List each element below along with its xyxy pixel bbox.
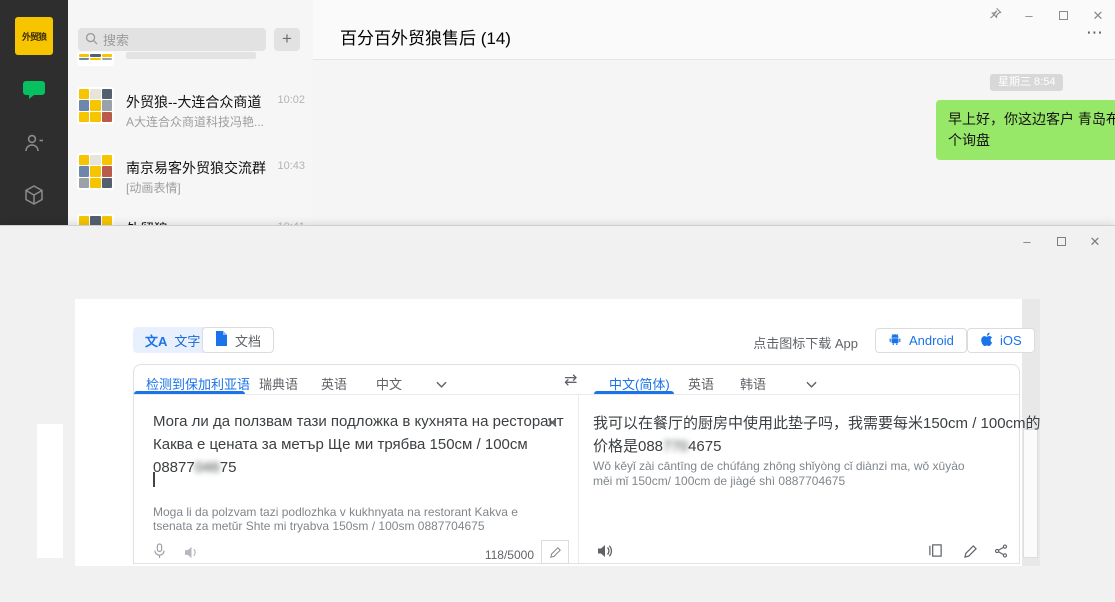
- phone-part: 75: [220, 459, 237, 476]
- document-icon: [215, 331, 228, 349]
- phone-part: 价格是088: [593, 438, 663, 455]
- microphone-icon[interactable]: [150, 542, 168, 560]
- text-cursor: [153, 472, 155, 487]
- listen-source-icon[interactable]: [182, 543, 200, 561]
- chat-preview: A大连合众商道科技冯艳...: [126, 113, 264, 130]
- translator-window: – ✕ 文A 文字 文档 点击图标下载 App: [0, 225, 1115, 602]
- download-hint: 点击图标下载 App: [700, 333, 858, 352]
- group-avatar: [77, 153, 114, 190]
- ios-button[interactable]: iOS: [967, 328, 1035, 353]
- chevron-down-icon[interactable]: [806, 376, 817, 394]
- tab-document-mode[interactable]: 文档: [202, 327, 274, 353]
- page-background-strip: [37, 424, 63, 558]
- group-avatar: [77, 52, 114, 66]
- chat-title: 外贸狼--大连合众商道: [126, 92, 261, 112]
- clipped-text: [126, 52, 256, 59]
- translator-maximize-button[interactable]: [1051, 232, 1071, 252]
- language-tabs-row: 检测到保加利亚语 瑞典语 英语 中文 ⇄ 中文(简体) 英语 韩语: [134, 365, 1019, 395]
- translator-minimize-button[interactable]: –: [1017, 232, 1037, 252]
- translation-line: 价格是0887704675: [593, 435, 721, 456]
- source-lang-tab[interactable]: 中文: [376, 374, 402, 393]
- android-icon: [888, 332, 902, 349]
- target-lang-tab[interactable]: 英语: [688, 374, 714, 393]
- listen-translation-icon[interactable]: [596, 542, 614, 560]
- tab-text-mode[interactable]: 文A 文字: [133, 327, 212, 353]
- chat-time: 10:43: [277, 160, 305, 172]
- date-badge: 星期三 8:54: [990, 74, 1063, 91]
- card-divider: [578, 395, 579, 563]
- phone-redacted: 770: [663, 438, 688, 455]
- target-lang-tab[interactable]: 韩语: [740, 374, 766, 393]
- minimize-button[interactable]: –: [1019, 6, 1039, 26]
- doc-mode-label: 文档: [235, 331, 261, 350]
- message-text: 早上好，你这边客户 青岛布瑞特橡塑制品有限公司 昨天来了一个询盘: [948, 111, 1115, 148]
- text-mode-label: 文字: [174, 331, 200, 350]
- source-text-line[interactable]: Каква е цената за метър Ще ми трябва 150…: [153, 436, 528, 453]
- conversation-title: 百分百外贸狼售后 (14): [340, 24, 511, 49]
- contacts-icon: [23, 132, 45, 159]
- collections-box-icon: [23, 184, 45, 211]
- collections-nav-button[interactable]: [0, 184, 68, 211]
- source-text-line[interactable]: Мога ли да ползвам тази подложка в кухня…: [153, 413, 564, 430]
- list-item[interactable]: 外贸狼--大连合众商道 10:02 A大连合众商道科技冯艳...: [68, 86, 313, 148]
- translation-line: 我可以在餐厅的厨房中使用此垫子吗，我需要每米150cm / 100cm的: [593, 412, 1041, 433]
- group-avatar: [77, 87, 114, 124]
- copy-translation-icon[interactable]: [926, 541, 944, 559]
- list-item-partial[interactable]: [68, 0, 313, 54]
- swap-languages-button[interactable]: ⇄: [564, 370, 577, 390]
- ios-label: iOS: [1000, 333, 1022, 348]
- more-menu-button[interactable]: ⋯: [1082, 26, 1108, 44]
- list-item[interactable]: 南京易客外贸狼交流群 10:43 [动画表情]: [68, 152, 313, 214]
- edit-source-button[interactable]: [541, 540, 569, 564]
- chat-bubble-icon: [22, 78, 46, 107]
- source-lang-tab[interactable]: 瑞典语: [259, 374, 298, 393]
- chat-preview: [动画表情]: [126, 179, 181, 196]
- share-translation-icon[interactable]: [992, 542, 1010, 560]
- chat-nav-button[interactable]: [0, 78, 68, 107]
- screenshot-root: 外贸狼 搜索 +: [0, 0, 1115, 602]
- clear-source-button[interactable]: ✕: [546, 414, 559, 432]
- conversation-panel: 百分百外贸狼售后 (14) 星期三 8:54 早上好，你这边客户 青岛布瑞特橡塑…: [313, 0, 1115, 226]
- active-tab-underline: [594, 391, 674, 394]
- translate-card: 检测到保加利亚语 瑞典语 英语 中文 ⇄ 中文(简体) 英语 韩语 Мог: [133, 364, 1020, 564]
- chat-title: 南京易客外贸狼交流群: [126, 158, 266, 178]
- phone-redacted: 046: [195, 459, 220, 476]
- transliteration-text: Moga li da polzvam tazi podlozhka v kukh…: [153, 506, 559, 533]
- source-lang-tab[interactable]: 英语: [321, 374, 347, 393]
- translate-icon: 文A: [145, 331, 167, 350]
- phone-part: 08877: [153, 459, 195, 476]
- message-bubble: 早上好，你这边客户 青岛布瑞特橡塑制品有限公司 昨天来了一个询盘: [936, 100, 1115, 160]
- translator-close-button[interactable]: ✕: [1085, 232, 1105, 252]
- chevron-down-icon[interactable]: [436, 376, 447, 394]
- pin-icon[interactable]: [985, 6, 1005, 26]
- user-avatar[interactable]: 外贸狼: [15, 17, 53, 55]
- char-counter: 118/5000: [474, 548, 534, 562]
- scrollbar-thumb[interactable]: [1023, 429, 1038, 558]
- apple-icon: [980, 332, 993, 350]
- contacts-nav-button[interactable]: [0, 132, 68, 159]
- phone-part: 4675: [688, 438, 721, 455]
- pinyin-text: Wǒ kěyǐ zài cāntīng de chúfáng zhōng shǐ…: [593, 459, 985, 489]
- chat-time: 10:02: [277, 94, 305, 106]
- android-label: Android: [909, 333, 954, 348]
- source-text-line[interactable]: 0887704675: [153, 459, 236, 476]
- active-tab-underline: [134, 391, 245, 394]
- chat-list-panel: 搜索 + 外贸狼--大连合众商道 10:02 A大连合众商道科技冯艳...: [68, 0, 313, 226]
- suggest-edit-icon[interactable]: [961, 542, 979, 560]
- android-button[interactable]: Android: [875, 328, 967, 353]
- maximize-button[interactable]: [1053, 6, 1073, 26]
